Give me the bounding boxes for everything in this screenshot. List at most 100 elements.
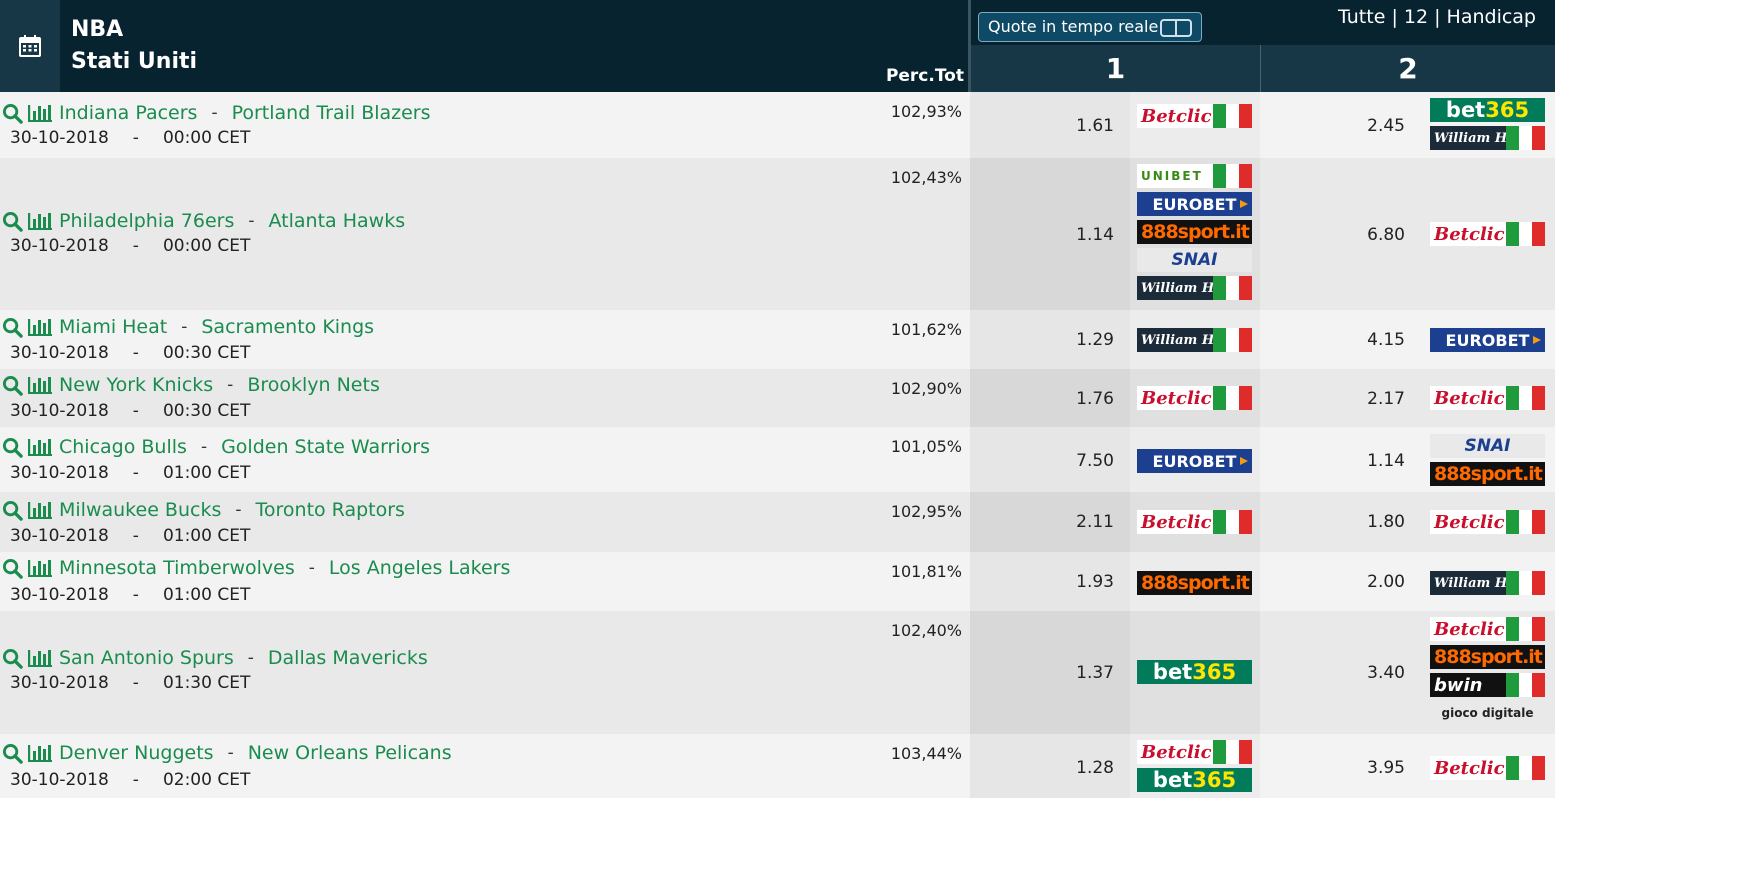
live-odds-label: Quote in tempo reale [988, 17, 1159, 36]
odd-home[interactable]: 1.76 [1034, 389, 1114, 409]
bookmaker-logo-snai[interactable]: SNAI [1137, 248, 1252, 272]
home-team-link[interactable]: Denver Nuggets [59, 742, 214, 764]
away-team-link[interactable]: Toronto Raptors [256, 499, 405, 521]
bookmaker-logo-eurobet[interactable]: EUROBET [1137, 192, 1252, 216]
search-icon[interactable] [2, 317, 23, 338]
bookmaker-logo-betclic[interactable]: Betclic [1137, 510, 1252, 534]
away-team-link[interactable]: Atlanta Hawks [269, 210, 406, 232]
match-date: 30-10-2018 [10, 401, 109, 421]
odd-home[interactable]: 7.50 [1034, 451, 1114, 471]
bookmaker-name: Betclic [1434, 757, 1505, 779]
bookmaker-logo-s888[interactable]: 888sport.it [1430, 462, 1545, 486]
search-icon[interactable] [2, 211, 23, 232]
match-datetime: 30-10-2018 - 01:00 CET [10, 526, 250, 546]
team-separator: - [248, 211, 255, 231]
odd-away[interactable]: 3.95 [1325, 758, 1405, 778]
bookmaker-logo-betclic[interactable]: Betclic [1430, 386, 1545, 410]
stats-chart-icon[interactable] [27, 317, 53, 337]
away-team-link[interactable]: Dallas Mavericks [268, 647, 428, 669]
bookmaker-logo-betclic[interactable]: Betclic [1430, 756, 1545, 780]
odd-home[interactable]: 2.11 [1034, 512, 1114, 532]
bookmaker-logo-william[interactable]: William HILL [1430, 126, 1545, 150]
odd-away[interactable]: 2.45 [1325, 116, 1405, 136]
stats-chart-icon[interactable] [27, 437, 53, 457]
bookmakers-home: Betclic [1137, 104, 1252, 128]
home-team-link[interactable]: Philadelphia 76ers [59, 210, 234, 232]
match-datetime: 30-10-2018 - 00:00 CET [10, 128, 250, 148]
bookmaker-logo-s888[interactable]: 888sport.it [1137, 571, 1252, 595]
stats-chart-icon[interactable] [27, 743, 53, 763]
bookmaker-logo-betclic[interactable]: Betclic [1137, 740, 1252, 764]
match-title: Miami Heat - Sacramento Kings [2, 316, 374, 338]
bookmaker-logo-betclic[interactable]: Betclic [1137, 386, 1252, 410]
search-icon[interactable] [2, 437, 23, 458]
bookmaker-logo-betclic[interactable]: Betclic [1137, 104, 1252, 128]
bookmaker-logo-bet365[interactable]: bet365 [1430, 98, 1545, 122]
bookmaker-logo-bet365[interactable]: bet365 [1137, 660, 1252, 684]
team-separator: - [211, 103, 218, 123]
bookmaker-logo-william[interactable]: William HILL [1137, 276, 1252, 300]
odd-home[interactable]: 1.93 [1034, 572, 1114, 592]
away-team-link[interactable]: Los Angeles Lakers [329, 557, 510, 579]
bookmaker-logo-eurobet[interactable]: EUROBET [1137, 449, 1252, 473]
home-team-link[interactable]: Chicago Bulls [59, 436, 187, 458]
search-icon[interactable] [2, 648, 23, 669]
search-icon[interactable] [2, 558, 23, 579]
bookmaker-logo-betclic[interactable]: Betclic [1430, 617, 1545, 641]
away-team-link[interactable]: Portland Trail Blazers [232, 102, 431, 124]
away-team-link[interactable]: Brooklyn Nets [247, 374, 380, 396]
bookmaker-logo-eurobet[interactable]: EUROBET [1430, 328, 1545, 352]
away-team-link[interactable]: Golden State Warriors [221, 436, 430, 458]
home-team-link[interactable]: New York Knicks [59, 374, 213, 396]
odd-away[interactable]: 6.80 [1325, 225, 1405, 245]
stats-chart-icon[interactable] [27, 375, 53, 395]
bookmaker-logo-gioco[interactable]: gioco digitale [1430, 701, 1545, 725]
match-time: 00:00 CET [162, 128, 251, 148]
bookmaker-logo-bet365[interactable]: bet365 [1137, 768, 1252, 792]
bookmaker-logo-snai[interactable]: SNAI [1430, 434, 1545, 458]
odd-home[interactable]: 1.14 [1034, 225, 1114, 245]
search-icon[interactable] [2, 103, 23, 124]
toggle-switch-icon[interactable] [1160, 19, 1192, 37]
stats-chart-icon[interactable] [27, 211, 53, 231]
away-team-link[interactable]: New Orleans Pelicans [248, 742, 452, 764]
italy-flag-icon [1506, 673, 1545, 697]
bookmaker-logo-s888[interactable]: 888sport.it [1137, 220, 1252, 244]
odd-away[interactable]: 2.00 [1325, 572, 1405, 592]
bookmaker-logo-unibet[interactable]: UNIBET [1137, 164, 1252, 188]
search-icon[interactable] [2, 375, 23, 396]
calendar-icon [19, 35, 41, 57]
odd-away[interactable]: 4.15 [1325, 330, 1405, 350]
match-tools [2, 648, 53, 669]
bookmaker-logo-betclic[interactable]: Betclic [1430, 222, 1545, 246]
market-filters[interactable]: Tutte | 12 | Handicap [1300, 6, 1536, 28]
odd-away[interactable]: 2.17 [1325, 389, 1405, 409]
home-team-link[interactable]: Indiana Pacers [59, 102, 197, 124]
odd-away[interactable]: 1.80 [1325, 512, 1405, 532]
home-team-link[interactable]: Minnesota Timberwolves [59, 557, 295, 579]
bookmaker-logo-william[interactable]: William HILL [1137, 328, 1252, 352]
match-datetime: 30-10-2018 - 01:00 CET [10, 463, 250, 483]
live-odds-toggle[interactable]: Quote in tempo reale [978, 12, 1202, 42]
stats-chart-icon[interactable] [27, 103, 53, 123]
stats-chart-icon[interactable] [27, 558, 53, 578]
odd-home[interactable]: 1.28 [1034, 758, 1114, 778]
search-icon[interactable] [2, 743, 23, 764]
home-team-link[interactable]: Miami Heat [59, 316, 167, 338]
stats-chart-icon[interactable] [27, 500, 53, 520]
odd-away[interactable]: 3.40 [1325, 663, 1405, 683]
away-team-link[interactable]: Sacramento Kings [201, 316, 374, 338]
odd-away[interactable]: 1.14 [1325, 451, 1405, 471]
stats-chart-icon[interactable] [27, 648, 53, 668]
home-team-link[interactable]: San Antonio Spurs [59, 647, 234, 669]
odd-home[interactable]: 1.37 [1034, 663, 1114, 683]
odd-home[interactable]: 1.29 [1034, 330, 1114, 350]
calendar-button[interactable] [0, 0, 60, 92]
search-icon[interactable] [2, 500, 23, 521]
home-team-link[interactable]: Milwaukee Bucks [59, 499, 221, 521]
bookmaker-logo-bwin[interactable]: bwin [1430, 673, 1545, 697]
bookmaker-logo-s888[interactable]: 888sport.it [1430, 645, 1545, 669]
bookmaker-logo-william[interactable]: William HILL [1430, 571, 1545, 595]
odd-home[interactable]: 1.61 [1034, 116, 1114, 136]
bookmaker-logo-betclic[interactable]: Betclic [1430, 510, 1545, 534]
